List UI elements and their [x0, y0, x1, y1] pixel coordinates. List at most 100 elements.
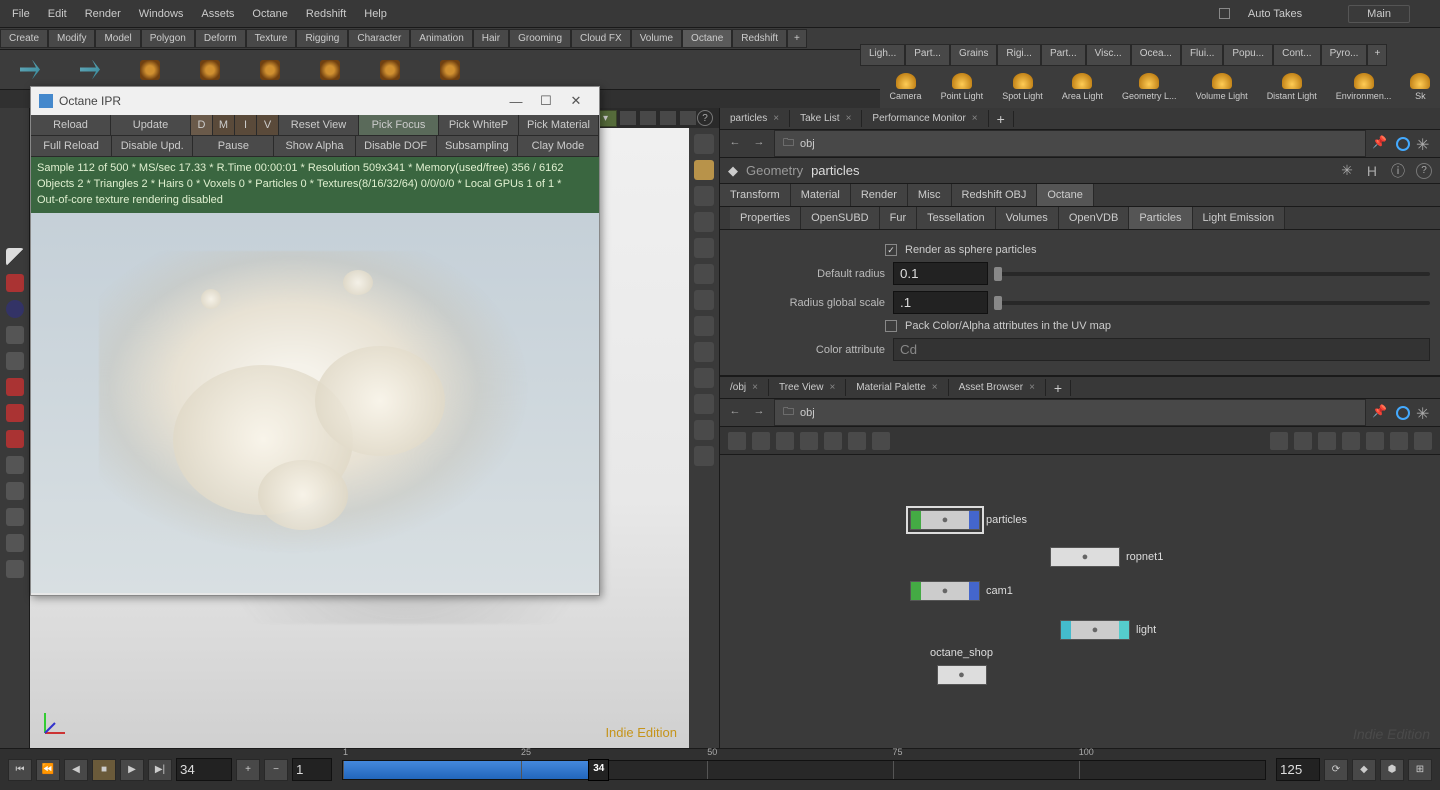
current-frame-input[interactable]	[176, 758, 232, 781]
display-btn-7[interactable]	[694, 316, 714, 336]
select-tool[interactable]	[6, 248, 24, 266]
net-tool-r4[interactable]	[1342, 432, 1360, 450]
subtab-properties[interactable]: Properties	[730, 207, 801, 229]
close-icon[interactable]: ×	[932, 382, 938, 393]
color-attr-input[interactable]	[893, 338, 1430, 361]
tool-magnet-3[interactable]	[6, 430, 24, 448]
close-icon[interactable]: ×	[972, 113, 978, 124]
tool-generic-2[interactable]	[6, 352, 24, 370]
default-radius-slider[interactable]	[996, 272, 1430, 276]
timeline-track[interactable]: 34 1255075100	[342, 760, 1266, 780]
net-tab-tree[interactable]: Tree View×	[769, 379, 846, 396]
display-btn-6[interactable]	[694, 290, 714, 310]
subtab-openvdb[interactable]: OpenVDB	[1059, 207, 1130, 229]
nav-fwd-icon[interactable]: →	[750, 405, 768, 421]
target-icon[interactable]	[1396, 137, 1410, 151]
pane-tab-takelist[interactable]: Take List×	[790, 110, 862, 127]
light-tab-9[interactable]: Cont...	[1273, 44, 1320, 66]
menu-help[interactable]: Help	[364, 8, 387, 20]
light-tab-2[interactable]: Grains	[950, 44, 997, 66]
tool-point-light[interactable]: Point Light	[941, 73, 984, 101]
tool-generic-5[interactable]	[6, 560, 24, 578]
display-btn-2[interactable]	[694, 186, 714, 206]
close-icon[interactable]: ×	[752, 382, 758, 393]
shelf-tab-octane[interactable]: Octane	[682, 29, 732, 48]
net-tool-r3[interactable]	[1318, 432, 1336, 450]
net-tool-r2[interactable]	[1294, 432, 1312, 450]
menu-redshift[interactable]: Redshift	[306, 8, 346, 20]
node-ropnet1[interactable]: ropnet1	[1050, 547, 1163, 567]
ipr-update[interactable]: Update	[111, 115, 191, 135]
gear-icon[interactable]: ✳	[1338, 162, 1356, 179]
target-icon[interactable]	[1396, 406, 1410, 420]
subtab-fur[interactable]: Fur	[880, 207, 918, 229]
tab-render[interactable]: Render	[851, 184, 908, 206]
shelf-tab-redshift[interactable]: Redshift	[732, 29, 787, 48]
tab-material[interactable]: Material	[791, 184, 851, 206]
shelf-tab-character[interactable]: Character	[348, 29, 410, 48]
light-tab-add[interactable]: +	[1367, 44, 1387, 66]
houdini-icon[interactable]: H	[1364, 163, 1380, 179]
light-tab-8[interactable]: Popu...	[1223, 44, 1273, 66]
subtab-particles[interactable]: Particles	[1129, 207, 1192, 229]
tool-camera[interactable]	[6, 508, 24, 526]
radius-scale-input[interactable]	[893, 291, 988, 314]
ipr-disable-update[interactable]: Disable Upd.	[112, 136, 193, 156]
nav-back-icon[interactable]: ←	[726, 136, 744, 152]
tool-blue[interactable]	[6, 300, 24, 318]
shelf-tab-grooming[interactable]: Grooming	[509, 29, 571, 48]
viewport-btn-2[interactable]	[639, 110, 657, 126]
minimize-icon[interactable]: —	[501, 94, 531, 109]
ipr-reset-view[interactable]: Reset View	[279, 115, 359, 135]
shelf-tab-cloudfx[interactable]: Cloud FX	[571, 29, 631, 48]
shelf-tool-6[interactable]	[320, 60, 340, 80]
light-tab-7[interactable]: Flui...	[1181, 44, 1223, 66]
shelf-tab-polygon[interactable]: Polygon	[141, 29, 195, 48]
gear-icon[interactable]	[1416, 135, 1434, 153]
close-icon[interactable]: ×	[1029, 382, 1035, 393]
close-icon[interactable]: ×	[829, 382, 835, 393]
timeline-opt-2[interactable]: ◆	[1352, 759, 1376, 781]
net-tool-snap[interactable]	[1414, 432, 1432, 450]
light-tab-5[interactable]: Visc...	[1086, 44, 1131, 66]
menu-octane[interactable]: Octane	[252, 8, 287, 20]
net-tab-obj[interactable]: /obj×	[720, 379, 769, 396]
pane-tab-add[interactable]: +	[989, 111, 1014, 127]
default-radius-input[interactable]	[893, 262, 988, 285]
maximize-icon[interactable]: ☐	[531, 93, 561, 109]
light-tab-0[interactable]: Ligh...	[860, 44, 905, 66]
ipr-toggle-i[interactable]: I	[235, 115, 257, 135]
display-btn-4[interactable]	[694, 238, 714, 258]
tool-spot-light[interactable]: Spot Light	[1002, 73, 1043, 101]
ipr-render-view[interactable]	[31, 213, 599, 593]
timeline-opt-3[interactable]: ⬢	[1380, 759, 1404, 781]
net-tool-4[interactable]	[800, 432, 818, 450]
step-back-icon[interactable]: ◀	[64, 759, 88, 781]
render-sphere-checkbox[interactable]	[885, 244, 897, 256]
shelf-tab-texture[interactable]: Texture	[246, 29, 297, 48]
timeline-opt-1[interactable]: ⟳	[1324, 759, 1348, 781]
close-icon[interactable]: ✕	[561, 93, 591, 109]
shelf-tool-7[interactable]	[380, 60, 400, 80]
ipr-disable-dof[interactable]: Disable DOF	[356, 136, 437, 156]
viewport-btn-1[interactable]	[619, 110, 637, 126]
shelf-tab-animation[interactable]: Animation	[410, 29, 472, 48]
shelf-tool-4[interactable]	[200, 60, 220, 80]
timeline-opt-4[interactable]: ⊞	[1408, 759, 1432, 781]
ipr-reload[interactable]: Reload	[31, 115, 111, 135]
tool-distant-light[interactable]: Distant Light	[1267, 73, 1317, 101]
light-tab-4[interactable]: Part...	[1041, 44, 1086, 66]
auto-takes-checkbox[interactable]: Auto Takes	[1219, 8, 1320, 20]
lock-icon[interactable]	[694, 160, 714, 180]
light-tab-10[interactable]: Pyro...	[1321, 44, 1368, 66]
help-icon[interactable]: ?	[1416, 163, 1432, 179]
radius-scale-slider[interactable]	[996, 301, 1430, 305]
ipr-pick-focus[interactable]: Pick Focus	[359, 115, 439, 135]
shelf-tab-create[interactable]: Create	[0, 29, 48, 48]
stop-icon[interactable]: ■	[92, 759, 116, 781]
pack-color-checkbox[interactable]	[885, 320, 897, 332]
light-tab-1[interactable]: Part...	[905, 44, 950, 66]
subtab-opensubd[interactable]: OpenSUBD	[801, 207, 879, 229]
pane-tab-particles[interactable]: particles×	[720, 110, 790, 127]
shelf-tab-volume[interactable]: Volume	[631, 29, 682, 48]
